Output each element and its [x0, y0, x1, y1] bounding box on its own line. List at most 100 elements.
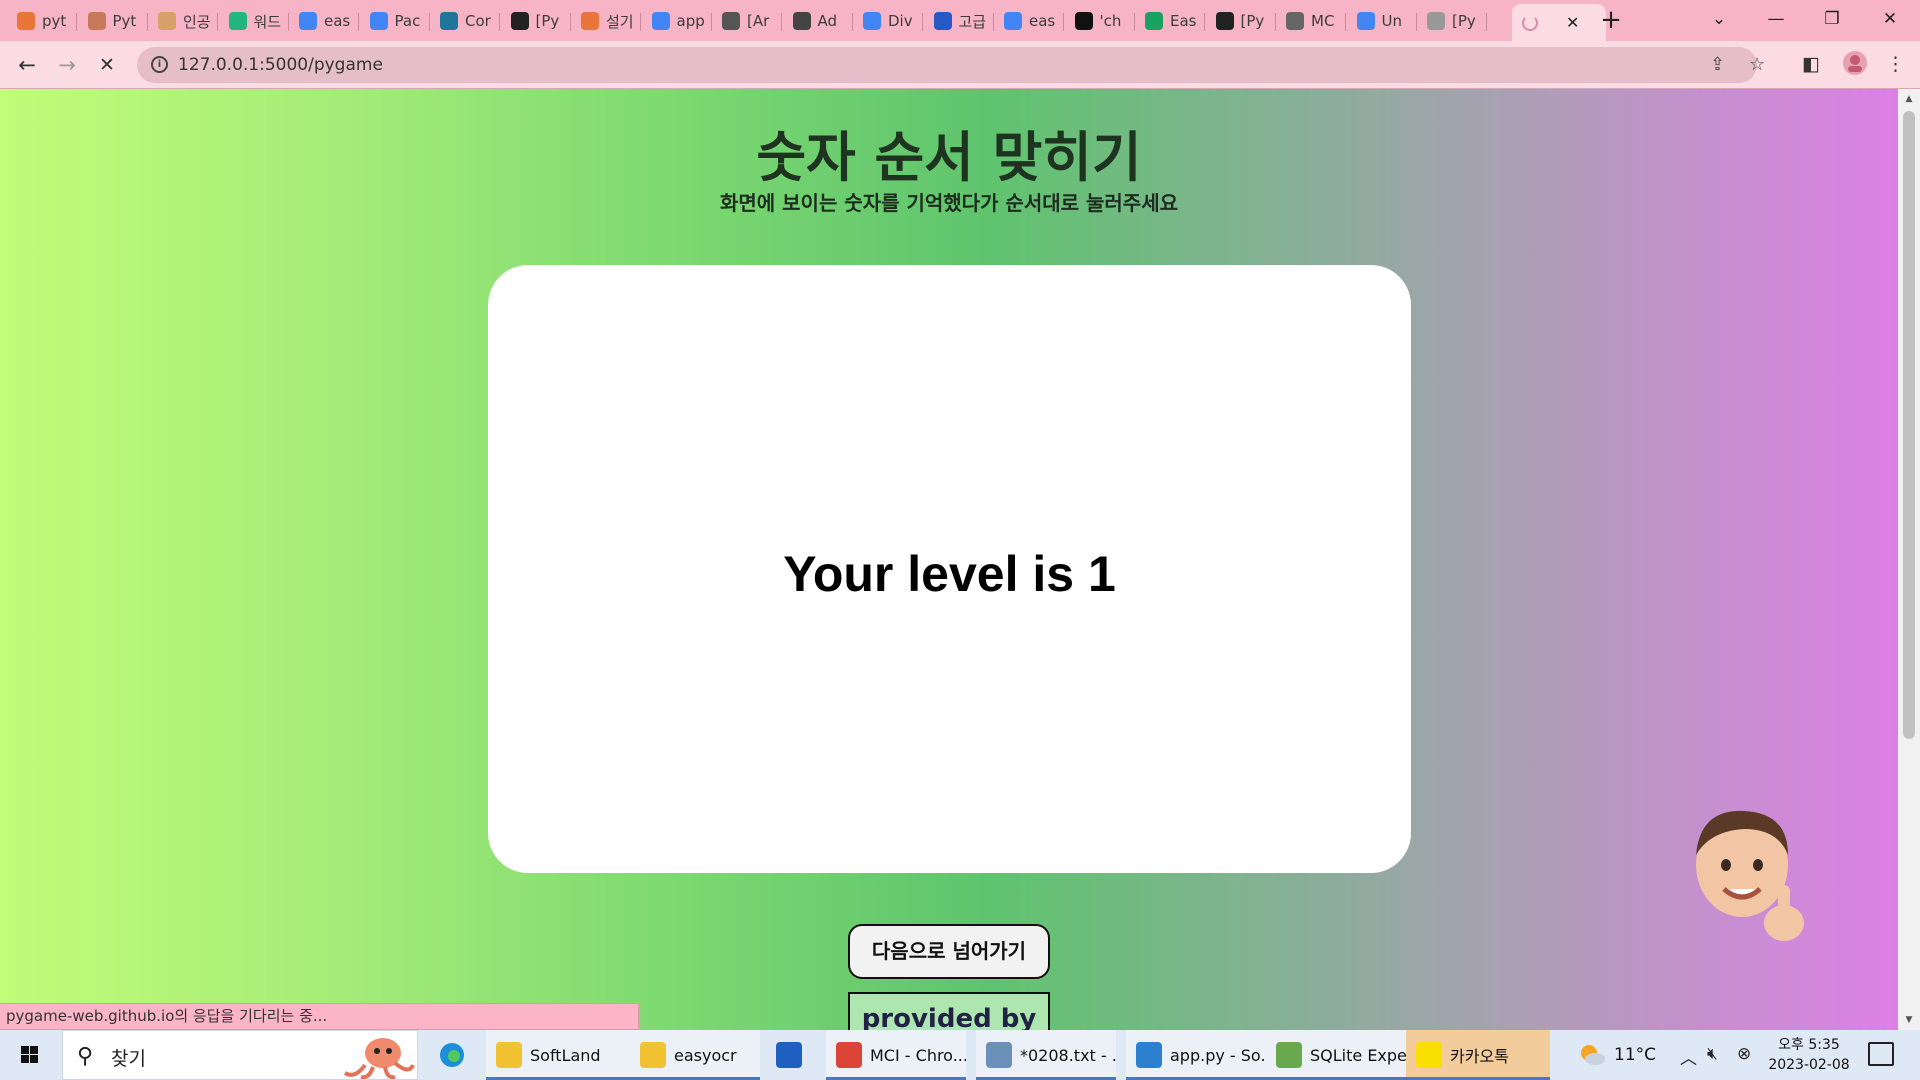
taskbar-item-0[interactable]: SoftLand — [486, 1030, 630, 1080]
taskbar-item-6[interactable]: SQLite Expe... — [1266, 1030, 1406, 1080]
weather-temperature: 11°C — [1614, 1045, 1657, 1065]
tab-active-pygame[interactable]: ✕ — [1512, 4, 1606, 41]
taskbar-item-label: MCI - Chro... — [870, 1045, 966, 1065]
tab-8[interactable]: 설기 — [571, 6, 641, 36]
tab-label: [Py — [1240, 12, 1265, 30]
tab-label: 설기 — [606, 12, 634, 31]
network-disconnected-icon[interactable]: ⊗ — [1737, 1044, 1751, 1064]
scroll-down-arrow-icon[interactable]: ▼ — [1898, 1010, 1920, 1030]
next-button[interactable]: 다음으로 넘어가기 — [848, 924, 1050, 979]
profile-icon[interactable] — [1842, 50, 1868, 81]
forward-button[interactable]: → — [51, 49, 83, 81]
scrollbar-thumb[interactable] — [1903, 111, 1915, 739]
taskbar-edge[interactable] — [429, 1030, 479, 1080]
vscode-icon — [1136, 1042, 1162, 1068]
taskbar-item-1[interactable]: easyocr — [630, 1030, 760, 1080]
new-tab-button[interactable]: + — [1596, 6, 1626, 36]
start-button[interactable] — [10, 1030, 50, 1080]
taskbar-item-7[interactable]: 카카오톡 — [1406, 1030, 1550, 1080]
x-logo-icon — [933, 12, 952, 30]
flame-icon — [17, 12, 35, 30]
tab-11[interactable]: Ad — [783, 6, 853, 36]
tab-18[interactable]: MC — [1276, 6, 1346, 36]
illustration-icon — [158, 12, 176, 30]
minimize-button[interactable]: — — [1748, 0, 1804, 41]
tab-12[interactable]: Div — [853, 6, 923, 36]
tab-label: MC — [1311, 12, 1335, 30]
close-tab-icon[interactable]: ✕ — [1566, 13, 1579, 32]
tray-chevron-up-icon[interactable]: ︿ — [1680, 1044, 1697, 1069]
close-window-button[interactable]: ✕ — [1862, 0, 1918, 41]
tab-label: app — [676, 12, 705, 30]
tab-0[interactable]: pyt — [7, 6, 77, 36]
tab-label: 워드 — [253, 12, 282, 31]
share-icon[interactable]: ⇪ — [1710, 54, 1725, 75]
tab-15[interactable]: 'ch — [1065, 6, 1135, 36]
system-clock[interactable]: 오후 5:35 2023-02-08 — [1764, 1035, 1854, 1075]
tab-20[interactable]: [Py — [1417, 6, 1487, 36]
search-label: 찾기 — [111, 1048, 146, 1070]
v-logo-icon — [1145, 12, 1163, 30]
tab-5[interactable]: Pac — [360, 6, 430, 36]
tab-9[interactable]: app — [642, 6, 712, 36]
tab-label: 'ch — [1099, 12, 1122, 30]
clock-time: 오후 5:35 — [1778, 1037, 1840, 1053]
page-scrollbar[interactable]: ▲ ▼ — [1898, 89, 1920, 1030]
site-info-icon[interactable]: i — [151, 56, 168, 73]
maximize-button[interactable]: ❐ — [1804, 0, 1860, 41]
github-icon — [1074, 12, 1093, 30]
google-icon — [1356, 12, 1375, 30]
tab-6[interactable]: Cor — [430, 6, 500, 36]
address-bar[interactable]: i 127.0.0.1:5000/pygame ⇪ ☆ — [137, 47, 1765, 83]
tab-label: Pyt — [112, 12, 137, 30]
menu-icon[interactable]: ⋮ — [1886, 53, 1905, 75]
volume-muted-icon[interactable]: 🔇︎ — [1707, 1044, 1718, 1064]
back-button[interactable]: ← — [11, 49, 43, 81]
clock-date: 2023-02-08 — [1768, 1057, 1850, 1073]
flame-icon — [581, 12, 599, 30]
tab-19[interactable]: Un — [1347, 6, 1417, 36]
tab-1[interactable]: Pyt — [78, 6, 148, 36]
weather-widget[interactable]: 11°C — [1578, 1030, 1656, 1080]
sidepanel-icon[interactable]: ◧ — [1802, 53, 1820, 75]
page-subtitle: 화면에 보이는 숫자를 기억했다가 순서대로 눌러주세요 — [719, 191, 1178, 215]
tab-3[interactable]: 워드 — [219, 6, 289, 36]
level-text: Your level is 1 — [783, 546, 1116, 602]
tab-2[interactable]: 인공 — [148, 6, 218, 36]
stop-button[interactable]: ✕ — [91, 49, 123, 81]
taskbar-item-5[interactable]: app.py - So... — [1126, 1030, 1266, 1080]
taskbar-item-3[interactable]: MCI - Chro... — [826, 1030, 966, 1080]
taskbar-item-4[interactable]: *0208.txt - ... — [976, 1030, 1116, 1080]
taskbar-search[interactable]: ⚲ 찾기 — [62, 1030, 418, 1080]
browser-toolbar: ← → ✕ i 127.0.0.1:5000/pygame ⇪ ☆ ◧ ⋮ — [0, 41, 1920, 89]
page-title: 숫자 순서 맞히기 — [756, 126, 1142, 189]
tab-search-button[interactable]: ⌄ — [1691, 0, 1747, 41]
tab-10[interactable]: [Ar — [712, 6, 782, 36]
tab-16[interactable]: Eas — [1135, 6, 1205, 36]
taskbar-item-label: *0208.txt - ... — [1020, 1045, 1116, 1065]
sqlite-icon — [1276, 1042, 1302, 1068]
tab-label: 고급 — [958, 12, 987, 31]
google-icon — [1004, 12, 1022, 30]
tab-7[interactable]: [Py — [501, 6, 571, 36]
weather-sun-cloud-icon — [1581, 1045, 1605, 1065]
taskbar-item-2[interactable] — [766, 1030, 826, 1080]
tab-17[interactable]: [Py — [1206, 6, 1276, 36]
tab-label: Pac — [394, 12, 421, 30]
tab-4[interactable]: eas — [289, 6, 359, 36]
taskbar-item-label: app.py - So... — [1170, 1045, 1266, 1065]
kakaotalk-icon — [1416, 1042, 1442, 1068]
notification-center-icon[interactable] — [1868, 1042, 1894, 1066]
tab-13[interactable]: 고급 — [924, 6, 994, 36]
provided-by-box: provided by — [848, 992, 1050, 1030]
taskbar-item-label: SQLite Expe... — [1310, 1045, 1406, 1065]
globe-icon — [1286, 12, 1304, 30]
taskbar-item-label: easyocr — [674, 1045, 737, 1065]
scroll-up-arrow-icon[interactable]: ▲ — [1898, 89, 1920, 109]
chrome-icon — [836, 1042, 862, 1068]
star-icon[interactable]: ☆ — [1749, 54, 1765, 75]
tab-14[interactable]: eas — [994, 6, 1064, 36]
url-text[interactable]: 127.0.0.1:5000/pygame — [178, 55, 383, 75]
wordpress-icon — [440, 12, 458, 30]
game-canvas[interactable]: Your level is 1 — [488, 265, 1411, 873]
